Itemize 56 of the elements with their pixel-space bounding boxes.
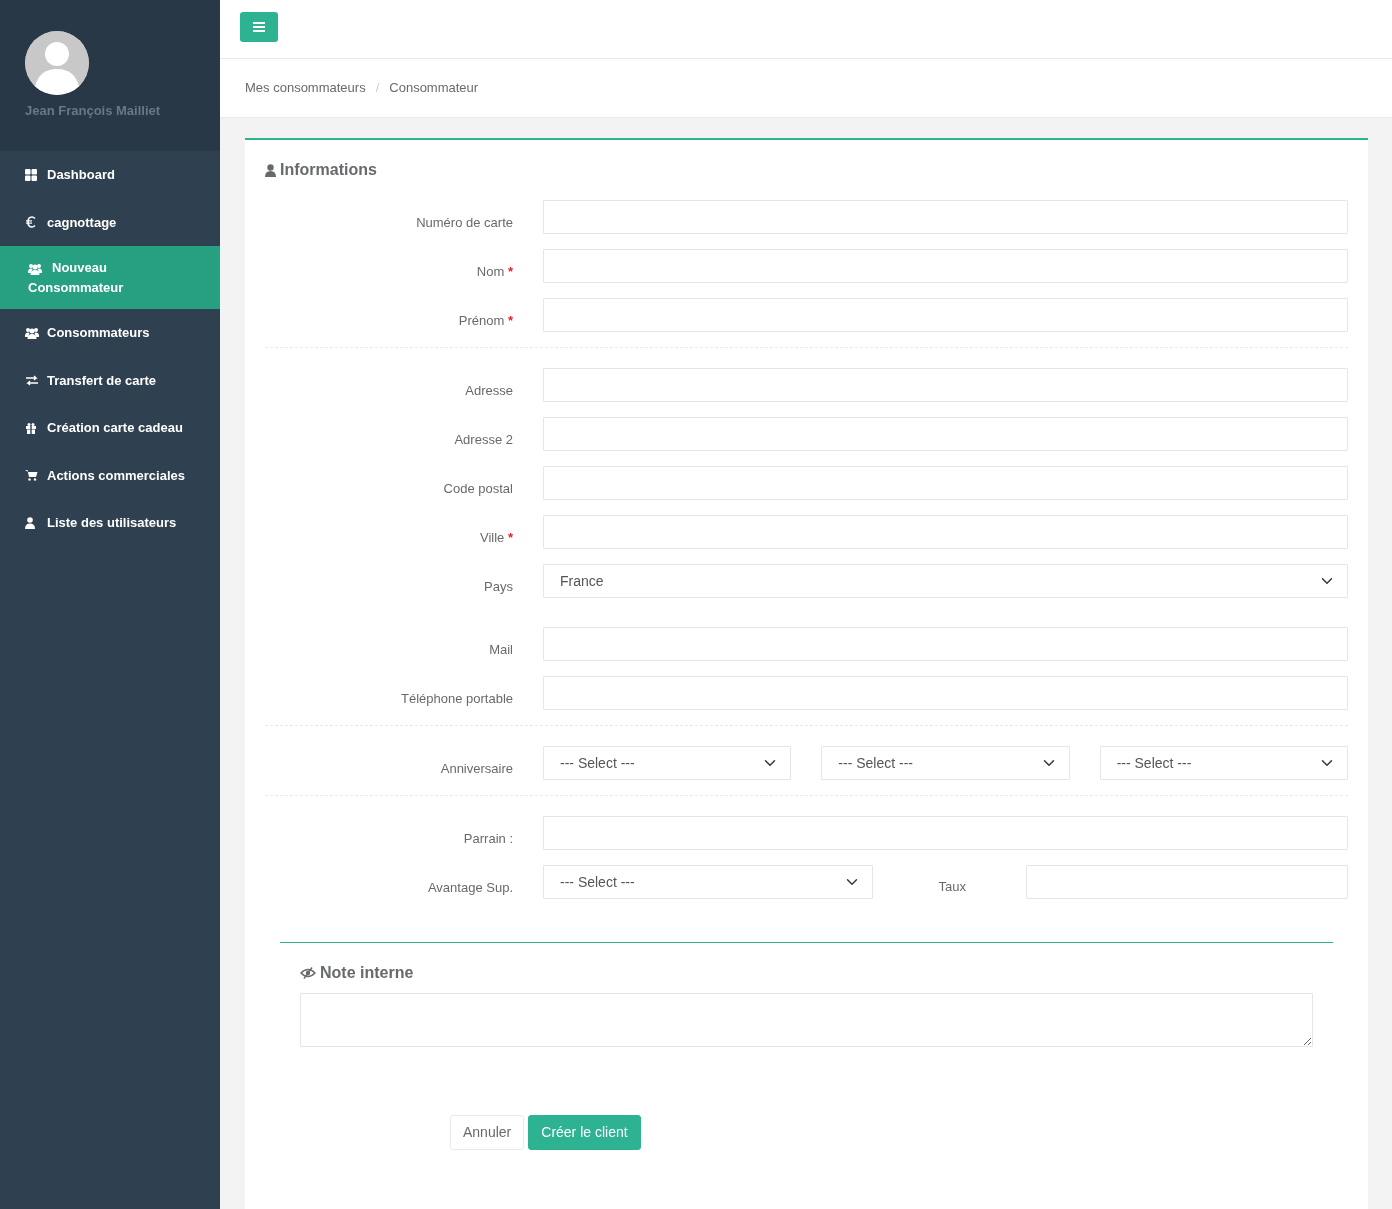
select-field[interactable]: --- Select ---: [821, 746, 1070, 780]
sidebar-item[interactable]: Actions commerciales: [0, 451, 220, 499]
field-label: Adresse: [464, 382, 513, 401]
field-label: Code postal: [442, 480, 513, 499]
input-field[interactable]: [543, 368, 1348, 402]
menu-icon: [253, 22, 265, 32]
eye-slash-icon: [300, 967, 316, 979]
grid-icon: [25, 168, 39, 181]
users-icon: [28, 262, 42, 275]
input-field[interactable]: [1026, 865, 1348, 899]
select-field[interactable]: --- Select ---: [1099, 746, 1348, 780]
input-field[interactable]: [543, 417, 1348, 451]
cancel-button[interactable]: Annuler: [450, 1114, 525, 1150]
sidebar-item[interactable]: Dashboard: [0, 151, 220, 199]
field-label: Prénom *: [457, 312, 513, 331]
field-label: Nom *: [475, 263, 513, 282]
field-label: Parrain :: [462, 830, 513, 849]
input-field[interactable]: [543, 466, 1348, 500]
field-label: Mail: [488, 641, 513, 660]
sidebar-item[interactable]: cagnottage: [0, 198, 220, 246]
section-title: Informations: [280, 160, 377, 180]
sidebar-item[interactable]: Transfert de carte: [0, 356, 220, 404]
users-icon: [25, 326, 39, 339]
input-field[interactable]: [543, 298, 1348, 332]
input-field[interactable]: [543, 816, 1348, 850]
field-label: Pays: [483, 578, 513, 597]
breadcrumb-separator: /: [375, 79, 380, 98]
sidebar-item[interactable]: Liste des utilisateurs: [0, 499, 220, 547]
user-name: Jean François Mailliet: [25, 102, 162, 120]
field-label: Taux: [937, 878, 967, 897]
field-label: Téléphone portable: [399, 690, 513, 709]
sidebar-item[interactable]: Consommateurs: [0, 309, 220, 357]
input-field[interactable]: [543, 200, 1348, 234]
breadcrumb-link[interactable]: Mes consommateurs: [245, 78, 366, 98]
sidebar-item[interactable]: Création carte cadeau: [0, 404, 220, 452]
user-icon: [265, 163, 276, 177]
select-field[interactable]: France: [543, 564, 1348, 598]
input-field[interactable]: [543, 627, 1348, 661]
select-field[interactable]: --- Select ---: [543, 746, 792, 780]
select-field[interactable]: --- Select ---: [543, 865, 873, 899]
input-field[interactable]: [543, 676, 1348, 710]
menu-button[interactable]: [240, 12, 278, 42]
arrows-icon: [25, 374, 39, 387]
field-label: Adresse 2: [453, 431, 513, 450]
breadcrumb-link[interactable]: Consommateur: [389, 78, 479, 98]
input-field[interactable]: [543, 515, 1348, 549]
cart-icon: [25, 469, 39, 482]
note-field[interactable]: [300, 993, 1313, 1047]
section-title: Note interne: [320, 963, 414, 983]
field-label: Ville *: [478, 529, 513, 548]
field-label: Numéro de carte: [415, 214, 513, 233]
avatar-icon: [25, 31, 89, 95]
field-label: Anniversaire: [439, 760, 513, 779]
input-field[interactable]: [543, 249, 1348, 283]
field-label: Avantage Sup.: [426, 879, 513, 898]
gift-icon: [25, 421, 39, 434]
